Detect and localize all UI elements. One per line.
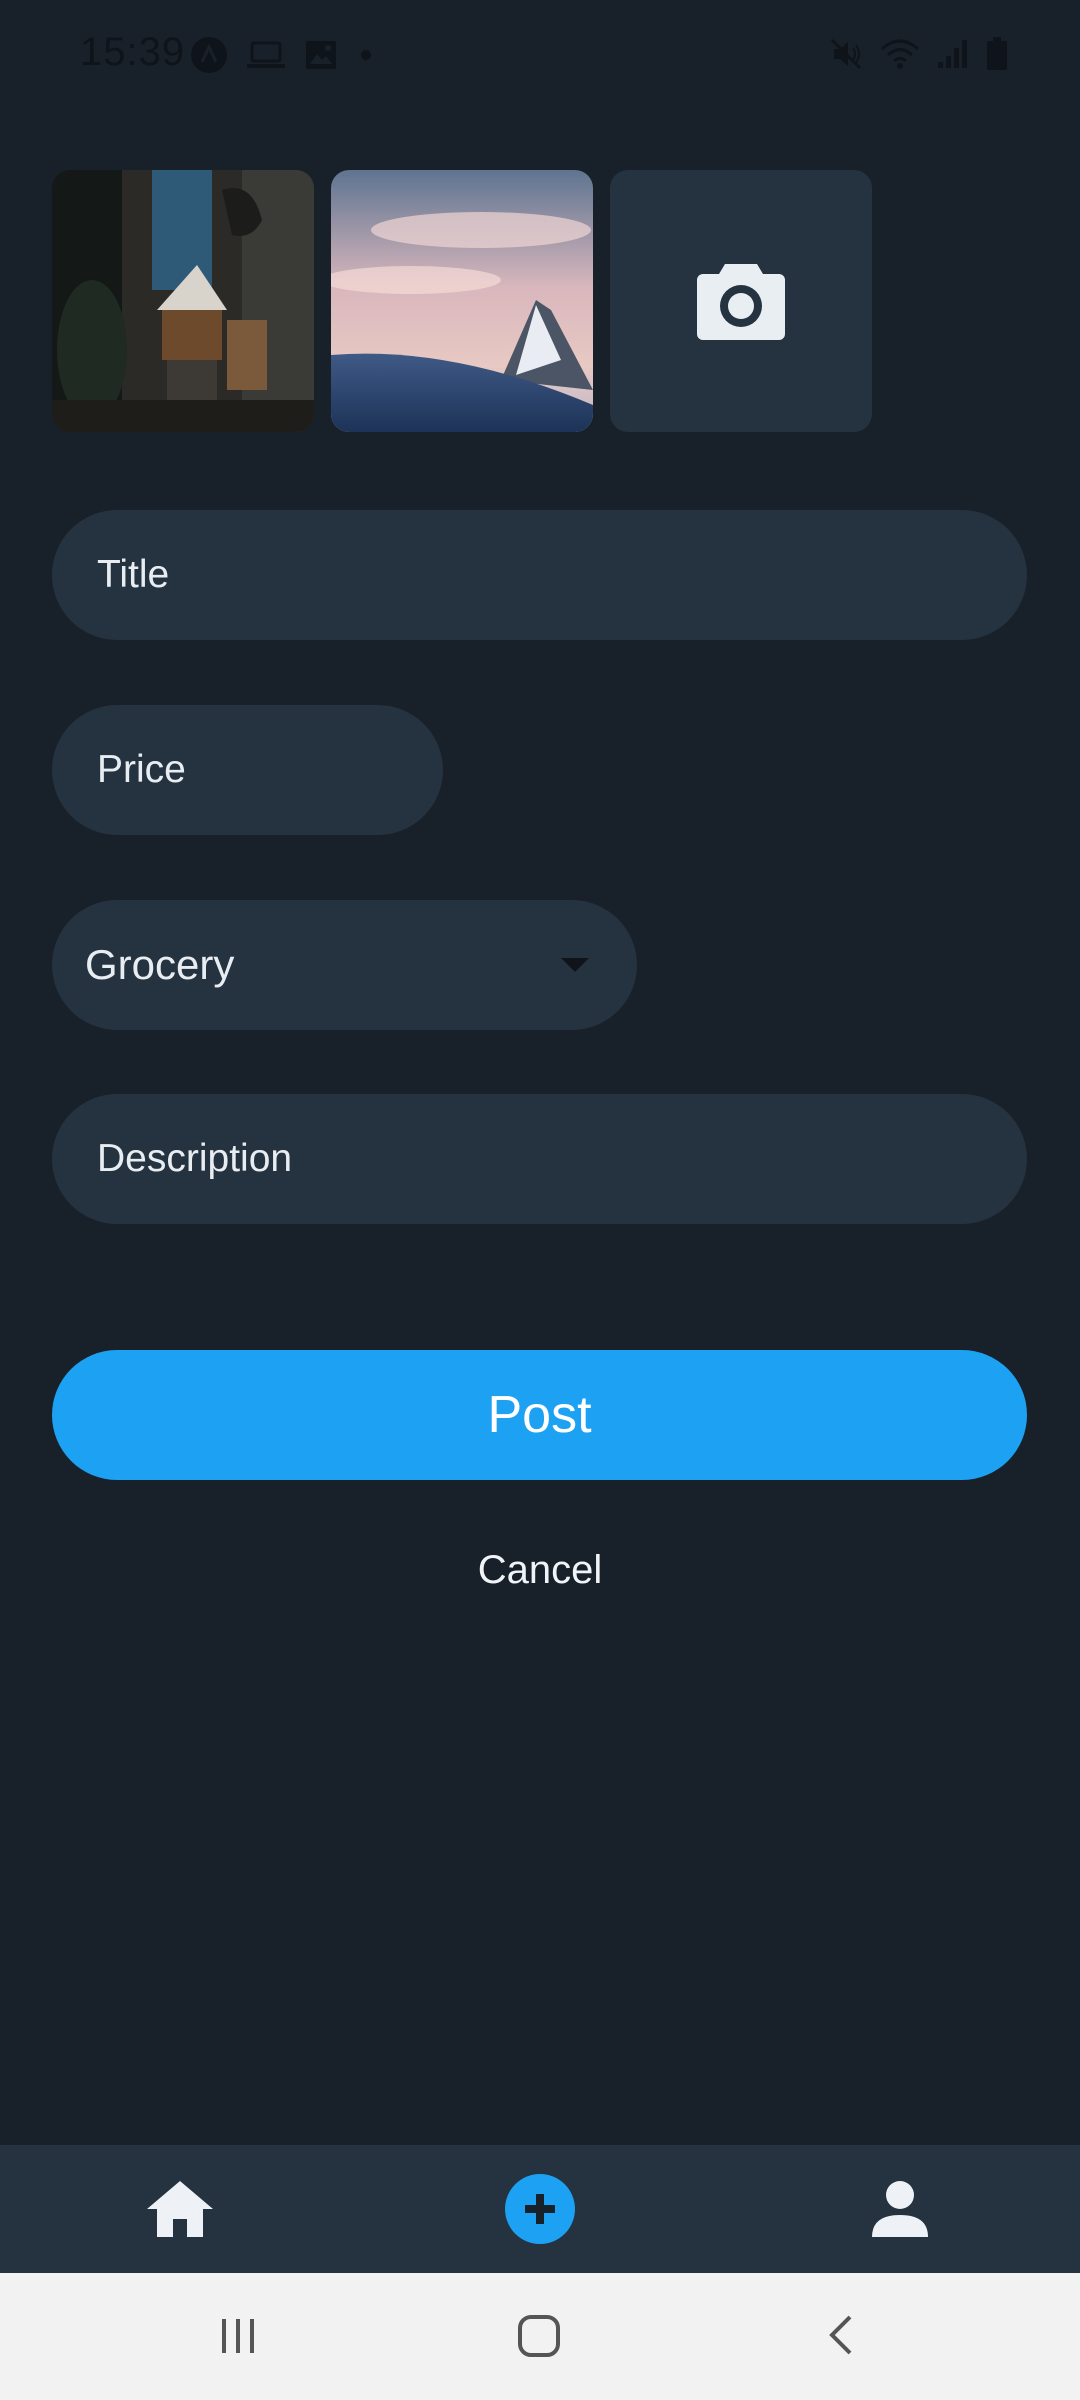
dropdown-arrow-icon	[561, 958, 589, 972]
status-icons-left	[190, 36, 376, 74]
status-icons-right	[828, 36, 1008, 72]
nav-profile[interactable]	[864, 2173, 936, 2245]
app-icon	[191, 37, 227, 73]
home-icon	[147, 2181, 213, 2237]
laptop-icon	[247, 41, 285, 68]
status-bar: 15:39	[0, 0, 1080, 110]
add-photo-button[interactable]	[610, 170, 872, 432]
add-icon	[505, 2174, 575, 2244]
back-icon[interactable]	[820, 2313, 864, 2357]
status-time: 15:39	[80, 30, 186, 74]
description-field[interactable]	[52, 1094, 1027, 1224]
title-input[interactable]	[95, 552, 1027, 598]
system-nav-bar	[0, 2273, 1080, 2400]
profile-icon	[872, 2181, 928, 2237]
recents-icon[interactable]	[216, 2313, 260, 2357]
cancel-button[interactable]: Cancel	[0, 1548, 1080, 1593]
post-button[interactable]: Post	[52, 1350, 1027, 1480]
title-field[interactable]	[52, 510, 1027, 640]
price-field[interactable]	[52, 705, 443, 835]
battery-icon	[987, 37, 1007, 70]
image-icon	[306, 41, 336, 69]
nav-home[interactable]	[144, 2173, 216, 2245]
home-button-icon[interactable]	[516, 2313, 562, 2359]
category-value: Grocery	[85, 941, 235, 988]
signal-icon	[938, 40, 967, 68]
dot-icon	[361, 50, 371, 60]
wifi-icon	[881, 39, 919, 69]
coffee-photo[interactable]	[52, 170, 314, 432]
mute-icon	[830, 38, 862, 70]
camera-icon	[697, 264, 785, 340]
nav-add[interactable]	[504, 2173, 576, 2245]
description-input[interactable]	[95, 1136, 1027, 1182]
price-input[interactable]	[95, 747, 443, 793]
bottom-nav	[0, 2145, 1080, 2273]
mountain-photo[interactable]	[331, 170, 593, 432]
photo-row	[52, 170, 872, 432]
category-select[interactable]: Grocery	[52, 900, 637, 1030]
